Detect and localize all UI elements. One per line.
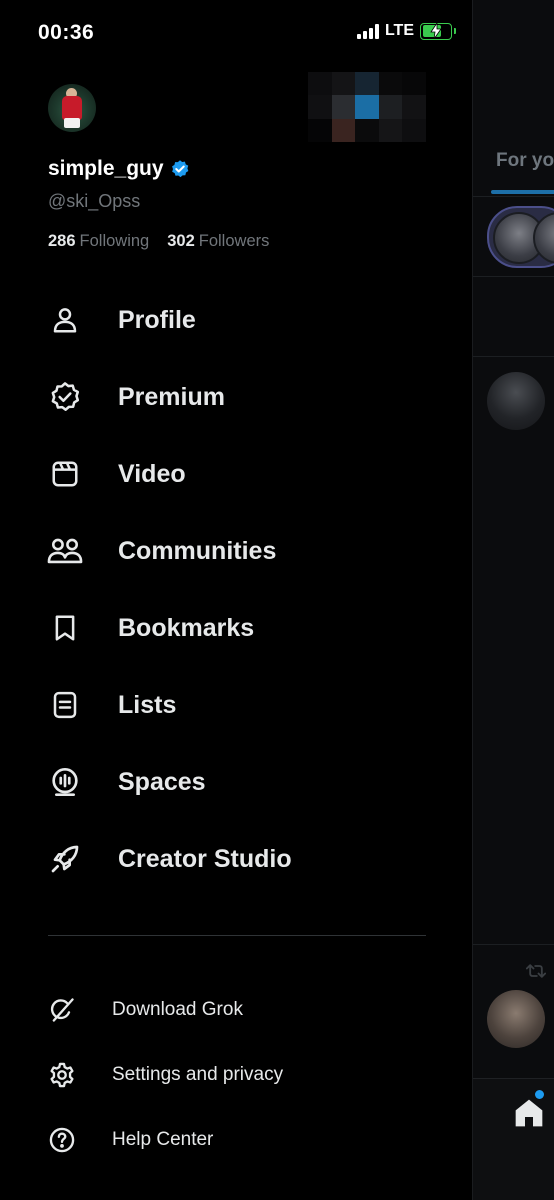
menu-item-label: Help Center — [112, 1129, 214, 1150]
tab-for-you[interactable]: For you — [496, 150, 554, 172]
tab-active-indicator — [491, 190, 554, 194]
navigation-drawer: 00:36 LTE simple_guy @ski_Opss 286 Follo… — [0, 0, 472, 1200]
charging-bolt-icon — [430, 22, 442, 39]
menu-divider — [48, 935, 426, 936]
verified-badge-icon — [46, 378, 84, 416]
following-label: Following — [79, 232, 150, 250]
menu-item-settings-and-privacy[interactable]: Settings and privacy — [46, 1057, 283, 1093]
menu-item-creator-studio[interactable]: Creator Studio — [46, 837, 292, 881]
status-time: 00:36 — [38, 21, 95, 44]
status-indicators: LTE — [356, 22, 456, 40]
followers-count: 302 — [167, 232, 195, 250]
communities-icon — [46, 532, 84, 570]
network-type: LTE — [384, 22, 414, 39]
timeline-divider — [473, 944, 554, 945]
menu-item-label: Premium — [118, 382, 225, 411]
menu-item-label: Settings and privacy — [112, 1064, 284, 1085]
timeline-divider — [473, 196, 554, 197]
timeline-divider — [473, 276, 554, 277]
background-timeline: For you — [472, 0, 554, 1200]
help-icon — [46, 1124, 78, 1156]
menu-item-label: Communities — [118, 536, 277, 565]
video-icon — [46, 455, 84, 493]
menu-item-label: Profile — [118, 305, 196, 334]
menu-item-label: Creator Studio — [118, 844, 292, 873]
home-icon[interactable] — [513, 1097, 545, 1129]
gear-icon — [46, 1059, 78, 1091]
signal-icon — [356, 23, 379, 39]
menu-item-help-center[interactable]: Help Center — [46, 1122, 213, 1158]
menu-item-premium[interactable]: Premium — [46, 375, 225, 419]
following-count: 286 — [48, 232, 76, 250]
followers-link[interactable]: 302 Followers — [167, 232, 269, 251]
menu-item-spaces[interactable]: Spaces — [46, 760, 206, 804]
menu-item-download-grok[interactable]: Download Grok — [46, 992, 243, 1028]
timeline-divider — [473, 356, 554, 357]
menu-item-label: Lists — [118, 690, 177, 719]
post-author-avatar[interactable] — [487, 372, 545, 430]
retweet-icon — [526, 964, 546, 978]
menu-item-profile[interactable]: Profile — [46, 298, 196, 342]
menu-item-bookmarks[interactable]: Bookmarks — [46, 606, 254, 650]
display-name[interactable]: simple_guy — [48, 157, 190, 181]
spaces-icon — [46, 763, 84, 801]
menu-item-communities[interactable]: Communities — [46, 529, 276, 573]
account-switcher-avatars[interactable] — [308, 72, 426, 142]
battery-icon — [420, 22, 456, 40]
menu-item-label: Download Grok — [112, 999, 243, 1020]
menu-item-label: Bookmarks — [118, 613, 255, 642]
notification-dot — [535, 1090, 544, 1099]
post-author-avatar[interactable] — [487, 990, 545, 1048]
person-icon — [46, 301, 84, 339]
user-handle: @ski_Opss — [48, 191, 141, 211]
profile-avatar[interactable] — [48, 84, 96, 132]
bookmark-icon — [46, 609, 84, 647]
spaces-fleet[interactable] — [487, 206, 554, 268]
lists-icon — [46, 686, 84, 724]
verified-badge-icon — [171, 160, 188, 178]
menu-item-lists[interactable]: Lists — [46, 683, 176, 727]
display-name-text: simple_guy — [48, 157, 164, 180]
grok-icon — [46, 994, 78, 1026]
menu-item-video[interactable]: Video — [46, 452, 186, 496]
menu-item-label: Video — [118, 459, 186, 488]
rocket-icon — [46, 840, 84, 878]
menu-item-label: Spaces — [118, 767, 206, 796]
following-link[interactable]: 286 Following — [48, 232, 149, 251]
follow-stats: 286 Following 302 Followers — [48, 232, 269, 251]
followers-label: Followers — [198, 232, 270, 250]
